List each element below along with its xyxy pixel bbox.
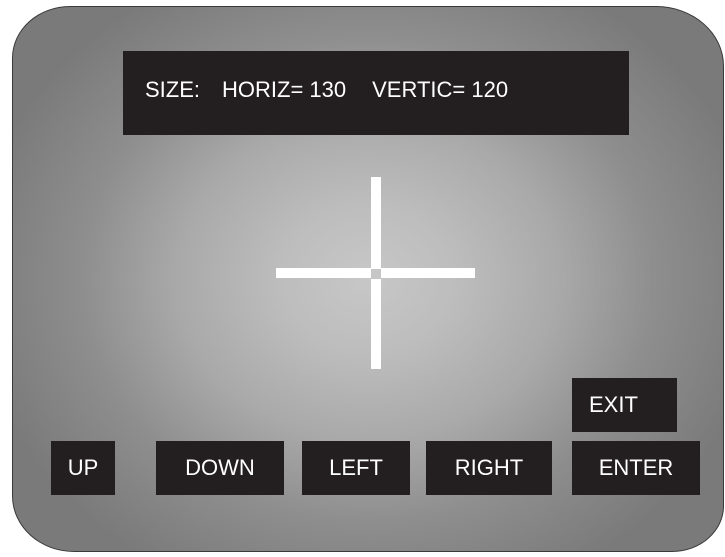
crosshair-horizontal-left-bar <box>276 268 371 278</box>
crosshair-vertical-bottom-bar <box>371 279 381 369</box>
down-button[interactable]: DOWN <box>156 441 284 495</box>
size-readout-panel: SIZE: HORIZ= 130 VERTIC= 120 <box>123 51 629 135</box>
enter-button[interactable]: ENTER <box>572 441 700 495</box>
crosshair-horizontal-right-bar <box>381 268 475 278</box>
up-button[interactable]: UP <box>51 441 115 495</box>
vertical-size-value: VERTIC= 120 <box>372 77 509 102</box>
left-button[interactable]: LEFT <box>302 441 410 495</box>
horizontal-size-value: HORIZ= 130 <box>222 77 347 102</box>
crosshair-vertical-top-bar <box>371 177 381 269</box>
display-screen: SIZE: HORIZ= 130 VERTIC= 120 EXIT UP DOWN … <box>12 6 724 552</box>
exit-button[interactable]: EXIT <box>572 378 677 432</box>
right-button[interactable]: RIGHT <box>426 441 552 495</box>
size-label: SIZE: <box>145 77 201 102</box>
